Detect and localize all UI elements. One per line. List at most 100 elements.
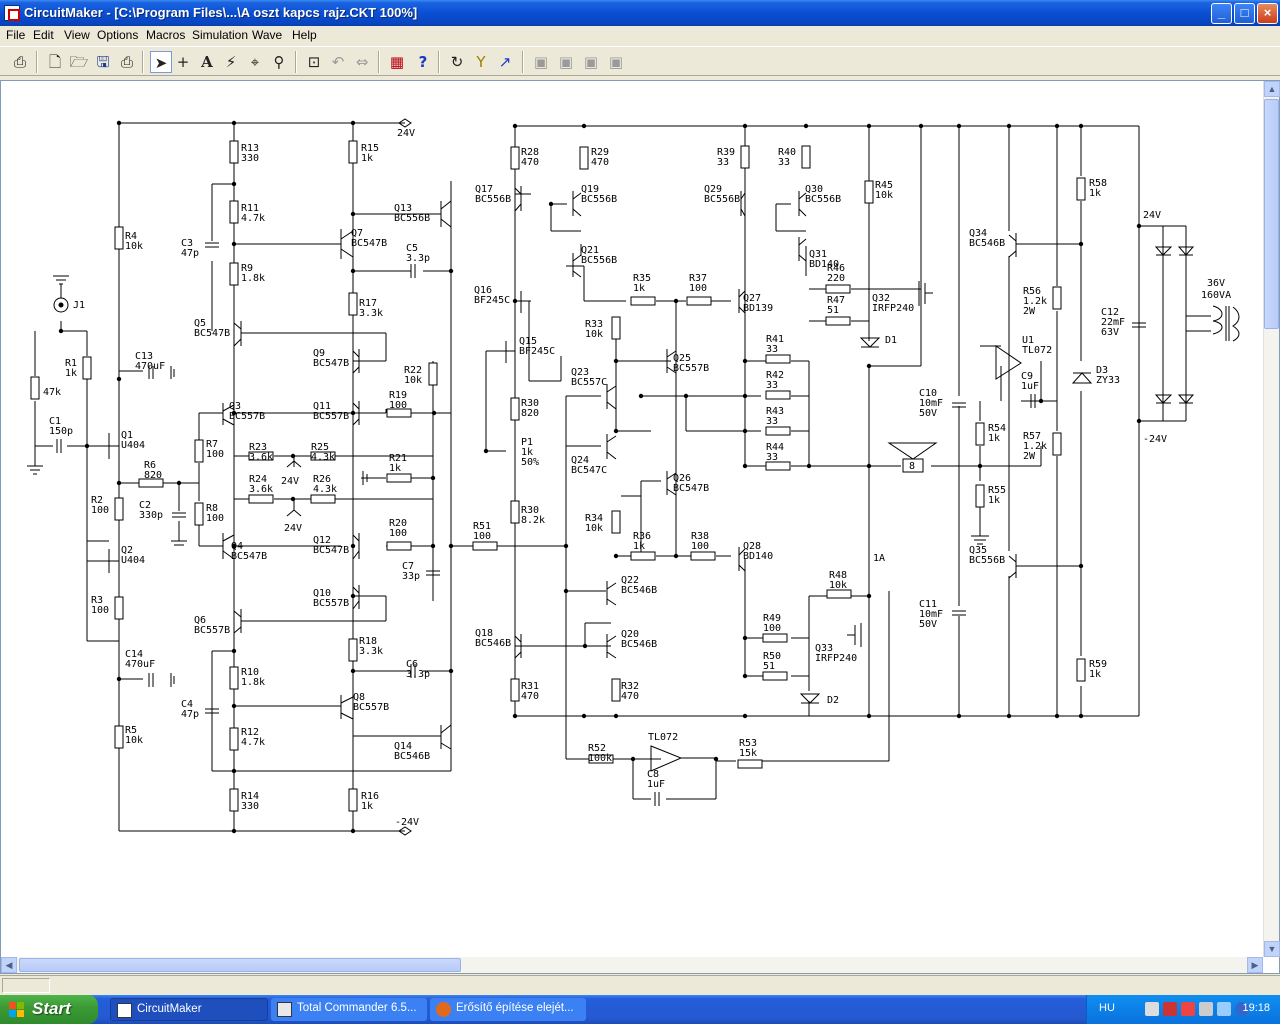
junction-dot xyxy=(581,713,587,719)
netlist-icon[interactable]: ▦ xyxy=(386,51,408,73)
window-title: CircuitMaker - [C:\Program Files\...\A o… xyxy=(24,5,418,20)
schematic-canvas[interactable]: R13 330 R15 1k R11 4.7k R9 1.8k C3 47p R4 10k Q7 BC54… xyxy=(0,80,1280,974)
help-icon[interactable]: ? xyxy=(412,51,434,73)
close-button[interactable]: × xyxy=(1257,3,1278,24)
zoom-fit-icon[interactable]: ⊡ xyxy=(303,51,325,73)
minimize-button[interactable]: _ xyxy=(1211,3,1232,24)
resistor-symbol xyxy=(975,422,985,446)
component-value: 10k xyxy=(125,735,143,746)
scroll-right-button[interactable]: ▶ xyxy=(1247,957,1263,973)
resistor-symbol xyxy=(229,262,239,286)
text-tool-icon[interactable]: A xyxy=(196,51,218,73)
language-indicator[interactable]: HU xyxy=(1099,1002,1115,1014)
component-value: 1k xyxy=(633,541,645,552)
junction-dot xyxy=(742,393,748,399)
arrow-pointer-icon[interactable]: ➤ xyxy=(150,51,172,73)
resistor-symbol xyxy=(114,596,124,620)
resistor-symbol xyxy=(826,589,852,599)
horizontal-scrollbar[interactable]: ◀ ▶ xyxy=(1,957,1263,973)
component-value: BC556B xyxy=(394,213,430,224)
junction-dot xyxy=(350,668,356,674)
print-icon[interactable]: ⎙ xyxy=(116,51,138,73)
resistor-symbol xyxy=(765,461,791,471)
grid-3-icon[interactable]: ▣ xyxy=(580,51,602,73)
menu-simulation[interactable]: Simulation xyxy=(192,28,248,42)
component-value: 330 xyxy=(241,153,259,164)
junction-dot xyxy=(613,553,619,559)
component-value: 50V xyxy=(919,619,937,630)
component-value: 100 xyxy=(763,623,781,634)
junction-dot xyxy=(430,475,436,481)
component-value: 470uF xyxy=(125,659,155,670)
component-value: BC557B xyxy=(313,411,349,422)
circuitmaker-app-icon[interactable] xyxy=(4,5,20,21)
capacitor-symbol xyxy=(172,512,186,518)
horizontal-scroll-thumb[interactable] xyxy=(19,958,461,972)
component-value: BC556B xyxy=(475,194,511,205)
vertical-scroll-thumb[interactable] xyxy=(1264,99,1279,329)
rotate-icon[interactable]: ↶ xyxy=(327,51,349,73)
junction-dot xyxy=(290,496,296,502)
resistor-symbol xyxy=(510,146,520,170)
schematic-drawing[interactable]: R13330R151kR114.7kR91.8kC347pR410kQ7BC54… xyxy=(1,81,1263,957)
step-icon[interactable]: ↗ xyxy=(494,51,516,73)
grid-4-icon[interactable]: ▣ xyxy=(605,51,627,73)
grid-2-icon[interactable]: ▣ xyxy=(555,51,577,73)
scroll-down-button[interactable]: ▼ xyxy=(1264,941,1280,957)
device-icon[interactable] xyxy=(1217,1002,1231,1016)
junction-dot xyxy=(116,376,122,382)
maximize-button[interactable]: □ xyxy=(1234,3,1255,24)
probe-lightning-icon[interactable]: ⚡ xyxy=(220,51,242,73)
junction-dot xyxy=(512,123,518,129)
junction-dot xyxy=(430,543,436,549)
circuitmaker-task-icon xyxy=(117,1003,132,1018)
wire-cross-icon[interactable]: + xyxy=(172,51,194,73)
resistor-symbol xyxy=(762,671,788,681)
junction-dot xyxy=(866,123,872,129)
resistor-symbol xyxy=(765,390,791,400)
component-value: BC546B xyxy=(394,751,430,762)
junction-dot xyxy=(176,480,182,486)
menu-macros[interactable]: Macros xyxy=(146,28,185,42)
menu-file[interactable]: File xyxy=(6,28,25,42)
junction-dot xyxy=(1054,123,1060,129)
title-bar[interactable]: CircuitMaker - [C:\Program Files\...\A o… xyxy=(0,0,1280,26)
junction-dot xyxy=(956,713,962,719)
start-button[interactable]: Start xyxy=(0,995,98,1024)
task-circuitmaker[interactable]: CircuitMaker xyxy=(110,998,268,1021)
volume-icon[interactable] xyxy=(1199,1002,1213,1016)
resistor-symbol xyxy=(510,678,520,702)
component-value: 4.3k xyxy=(313,484,337,495)
component-value: BC556B xyxy=(969,555,1005,566)
grid-1-icon[interactable]: ▣ xyxy=(530,51,552,73)
menu-help[interactable]: Help xyxy=(292,28,317,42)
task-firefox[interactable]: Erősítő építése elejét... xyxy=(430,998,586,1021)
task-total-commander[interactable]: Total Commander 6.5... xyxy=(271,998,427,1021)
component-value: BC557C xyxy=(571,377,607,388)
probe-icon[interactable]: ⌖ xyxy=(244,51,266,73)
open-folder-icon[interactable]: 🗁 xyxy=(68,51,90,73)
vertical-scrollbar[interactable]: ▲ ▼ xyxy=(1263,81,1280,957)
zoom-icon[interactable]: ⚲ xyxy=(268,51,290,73)
undo-icon[interactable]: ↻ xyxy=(446,51,468,73)
component-value: 100 xyxy=(691,541,709,552)
junction-dot xyxy=(630,756,636,762)
menu-wave[interactable]: Wave xyxy=(252,28,282,42)
trace-icon[interactable]: Y xyxy=(470,51,492,73)
menu-edit[interactable]: Edit xyxy=(33,28,54,42)
network-icon[interactable] xyxy=(1145,1002,1159,1016)
toolbar-separator xyxy=(295,51,297,73)
menu-view[interactable]: View xyxy=(64,28,90,42)
new-file-icon[interactable]: 🗋 xyxy=(44,51,66,73)
scroll-left-button[interactable]: ◀ xyxy=(1,957,17,973)
save-icon[interactable]: 🖫 xyxy=(92,51,114,73)
junction-dot xyxy=(581,123,587,129)
menu-options[interactable]: Options xyxy=(97,28,138,42)
mirror-icon[interactable]: ⇔ xyxy=(351,51,373,73)
print-setup-icon[interactable]: ⎙ xyxy=(9,51,31,73)
scroll-up-button[interactable]: ▲ xyxy=(1264,81,1280,97)
resistor-symbol xyxy=(386,541,412,551)
security-shield-icon[interactable] xyxy=(1163,1002,1177,1016)
resistor-symbol xyxy=(864,180,874,204)
antivirus-icon[interactable] xyxy=(1181,1002,1195,1016)
